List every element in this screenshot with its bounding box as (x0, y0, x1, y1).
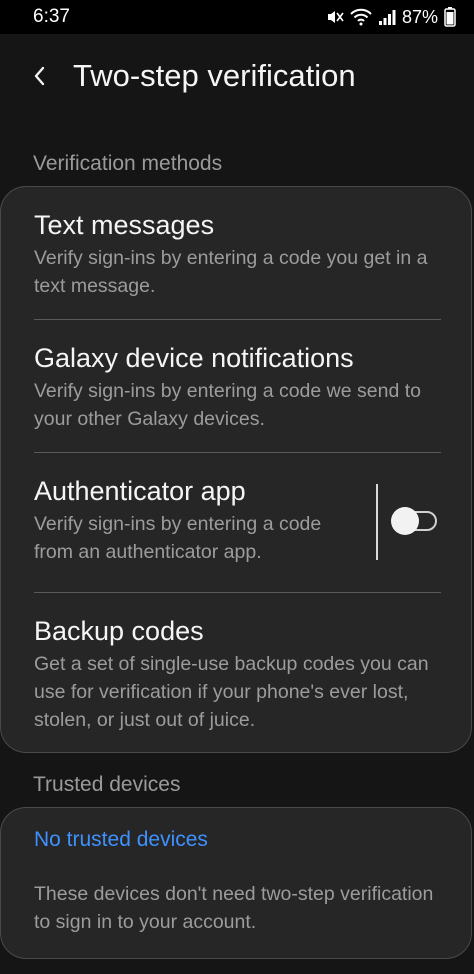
status-bar: 6:37 87% (0, 0, 474, 34)
list-item-backup-codes[interactable]: Backup codes Get a set of single-use bac… (34, 614, 438, 734)
toggle-knob (391, 507, 419, 535)
section-header-verification-methods: Verification methods (33, 152, 223, 175)
no-trusted-devices-item[interactable]: No trusted devices (34, 826, 438, 854)
battery-icon (444, 7, 456, 27)
trusted-devices-description: These devices don't need two-step verifi… (34, 883, 434, 933)
list-item-authenticator-app[interactable]: Authenticator app Verify sign-ins by ent… (34, 474, 361, 566)
item-title: Backup codes (34, 616, 204, 646)
authenticator-app-toggle[interactable] (391, 507, 439, 535)
section-header-trusted-devices: Trusted devices (33, 773, 181, 796)
status-icons: 87% (326, 4, 456, 30)
item-description: Verify sign-ins by entering a code you g… (34, 247, 428, 297)
no-trusted-devices-link[interactable]: No trusted devices (34, 826, 438, 854)
item-description: Get a set of single-use backup codes you… (34, 653, 429, 731)
status-time: 6:37 (33, 6, 70, 27)
verification-methods-card: Text messages Verify sign-ins by enterin… (0, 186, 472, 753)
divider (34, 592, 441, 593)
battery-percent: 87% (401, 7, 438, 27)
page-title: Two-step verification (73, 58, 356, 93)
wifi-icon (350, 8, 372, 26)
item-title: Galaxy device notifications (34, 343, 354, 373)
item-title: Authenticator app (34, 476, 246, 506)
toggle-separator (376, 484, 378, 560)
app-bar: Two-step verification (0, 34, 474, 120)
divider (34, 319, 441, 320)
divider (34, 452, 441, 453)
chevron-left-icon (32, 64, 48, 93)
back-button[interactable] (20, 56, 60, 100)
signal-icon (378, 8, 396, 26)
list-item-text-messages[interactable]: Text messages Verify sign-ins by enterin… (34, 208, 438, 300)
item-title: Text messages (34, 210, 215, 240)
trusted-devices-card: No trusted devices These devices don't n… (0, 807, 472, 959)
item-description: Verify sign-ins by entering a code we se… (34, 380, 421, 430)
mute-icon (326, 8, 344, 26)
list-item-galaxy-device-notifications[interactable]: Galaxy device notifications Verify sign-… (34, 341, 438, 433)
item-description: Verify sign-ins by entering a code from … (34, 513, 322, 563)
trusted-devices-info: These devices don't need two-step verifi… (34, 880, 438, 936)
